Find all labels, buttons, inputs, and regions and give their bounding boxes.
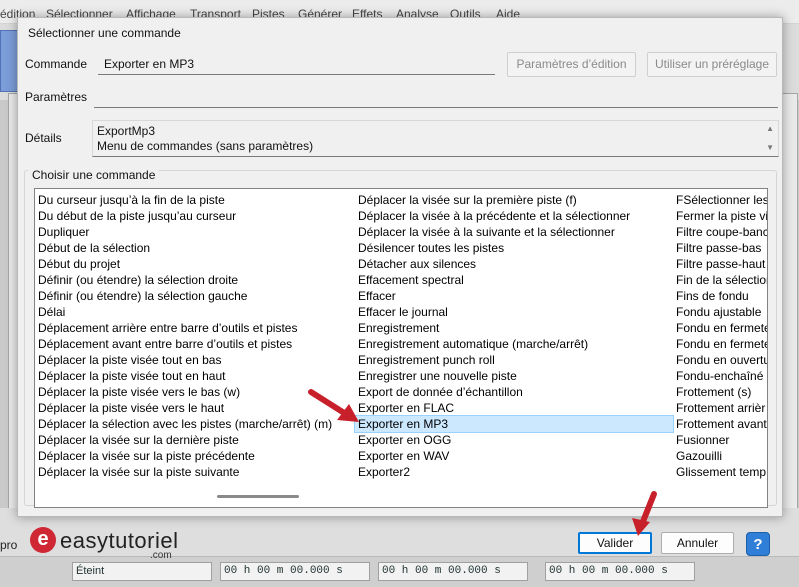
scroll-down-icon[interactable]: ▼ (766, 143, 774, 152)
command-list-item[interactable]: Gazouilli (673, 448, 767, 464)
command-value: Exporter en MP3 (104, 57, 195, 71)
command-list-item[interactable]: Fondu en fermete (673, 320, 767, 336)
command-list-item[interactable]: Filtre passe-haut (673, 256, 767, 272)
details-box[interactable]: ExportMp3 Menu de commandes (sans paramè… (92, 120, 779, 157)
command-column-2: Déplacer la visée sur la première piste … (354, 192, 674, 480)
command-list-item[interactable]: Export de donnée d’échantillon (355, 384, 673, 400)
command-list-item[interactable]: Détacher aux silences (355, 256, 673, 272)
command-list-item[interactable]: Enregistrer une nouvelle piste (355, 368, 673, 384)
command-list-item[interactable]: Filtre coupe-banc (673, 224, 767, 240)
scroll-up-icon[interactable]: ▲ (766, 124, 774, 133)
command-list-item[interactable]: Déplacer la visée sur la dernière piste (35, 432, 355, 448)
command-list-item[interactable]: Déplacer la visée sur la piste suivante (35, 464, 355, 480)
command-field[interactable]: Exporter en MP3 (98, 53, 495, 75)
command-list-item[interactable]: Fondu-enchaîné (673, 368, 767, 384)
command-list-item[interactable]: Exporter en WAV (355, 448, 673, 464)
command-list-item[interactable]: Fin de la sélection (673, 272, 767, 288)
command-column-3: FSélectionner les Fermer la piste vi Filtr… (673, 192, 767, 480)
command-list-item[interactable]: Glissement temp (673, 464, 767, 480)
easytutoriel-watermark: e easytutoriel .com (30, 527, 190, 561)
command-list-item[interactable]: Déplacer la visée sur la première piste … (355, 192, 673, 208)
command-list-item[interactable]: Définir (ou étendre) la sélection gauche (35, 288, 355, 304)
command-list-item[interactable]: Fondu en fermete (673, 336, 767, 352)
edit-parameters-button[interactable]: Paramètres d’édition (507, 52, 636, 77)
details-line-1: ExportMp3 (97, 124, 156, 138)
use-preset-button[interactable]: Utiliser un préréglage (647, 52, 777, 77)
command-list-item[interactable]: Enregistrement punch roll (355, 352, 673, 368)
command-list-item[interactable]: Enregistrement automatique (marche/arrêt… (355, 336, 673, 352)
red-arrow-icon (308, 389, 359, 422)
command-list-item[interactable]: Désilencer toutes les pistes (355, 240, 673, 256)
command-list-item[interactable]: Effacement spectral (355, 272, 673, 288)
dialog-title: Sélectionner une commande (28, 26, 181, 40)
parameters-field[interactable] (94, 86, 778, 108)
command-list-item[interactable]: Frottement avant (673, 416, 767, 432)
command-list-item[interactable]: FSélectionner les (673, 192, 767, 208)
command-column-1: Du curseur jusqu’à la fin de la piste Du … (35, 192, 355, 480)
command-list-item[interactable]: Frottement arrièr (673, 400, 767, 416)
command-list-item[interactable]: Du début de la piste jusqu’au curseur (35, 208, 355, 224)
command-list-item[interactable]: Effacer (355, 288, 673, 304)
command-list-item[interactable]: Frottement (s) (673, 384, 767, 400)
command-list-item[interactable]: Exporter en MP3 (354, 415, 674, 433)
command-list-item[interactable]: Délai (35, 304, 355, 320)
command-list-item[interactable]: Fins de fondu (673, 288, 767, 304)
time-field-1[interactable]: 00 h 00 m 00.000 s (220, 562, 370, 581)
choose-command-title: Choisir une commande (28, 168, 160, 182)
command-list-item[interactable]: Fondu ajustable (673, 304, 767, 320)
command-list-item[interactable]: Définir (ou étendre) la sélection droite (35, 272, 355, 288)
snap-dropdown[interactable]: Éteint (72, 562, 212, 581)
command-list-item[interactable]: Enregistrement (355, 320, 673, 336)
command-list-item[interactable]: Du curseur jusqu’à la fin de la piste (35, 192, 355, 208)
cancel-button[interactable]: Annuler (661, 532, 734, 554)
command-list-item[interactable]: Début du projet (35, 256, 355, 272)
command-list-item[interactable]: Déplacer la visée sur la piste précédent… (35, 448, 355, 464)
command-list-item[interactable]: Exporter en OGG (355, 432, 673, 448)
command-list-item[interactable]: Déplacer la piste visée tout en haut (35, 368, 355, 384)
command-list-item[interactable]: Déplacer la visée à la précédente et la … (355, 208, 673, 224)
command-list-item[interactable]: Filtre passe-bas (673, 240, 767, 256)
brand-logo-icon: e (30, 527, 56, 553)
background-label: pro (0, 538, 18, 552)
horizontal-scrollbar[interactable] (217, 495, 299, 498)
command-list-item[interactable]: Fusionner (673, 432, 767, 448)
command-list-item[interactable]: Déplacer la piste visée tout en bas (35, 352, 355, 368)
command-list-item[interactable]: Déplacement arrière entre barre d’outils… (35, 320, 355, 336)
details-line-2: Menu de commandes (sans paramètres) (97, 139, 314, 153)
command-label: Commande (25, 57, 88, 71)
details-label: Détails (25, 131, 62, 145)
command-list-item[interactable]: Début de la sélection (35, 240, 355, 256)
command-list-item[interactable]: Exporter en FLAC (355, 400, 673, 416)
command-list-item[interactable]: Dupliquer (35, 224, 355, 240)
parameters-label: Paramètres (25, 90, 88, 104)
command-list-item[interactable]: Exporter2 (355, 464, 673, 480)
select-command-dialog: Sélectionner une commande Commande Expor… (17, 17, 783, 517)
command-list[interactable]: Du curseur jusqu’à la fin de la piste Du … (34, 188, 768, 508)
command-list-item[interactable]: Fondu en ouvertu (673, 352, 767, 368)
brand-domain: .com (150, 550, 172, 561)
command-list-item[interactable]: Déplacement avant entre barre d’outils e… (35, 336, 355, 352)
red-arrow-icon (632, 491, 657, 536)
command-list-item[interactable]: Déplacer la visée à la suivante et la sé… (355, 224, 673, 240)
time-field-3[interactable]: 00 h 00 m 00.000 s (545, 562, 695, 581)
command-list-item[interactable]: Fermer la piste vi (673, 208, 767, 224)
time-field-2[interactable]: 00 h 00 m 00.000 s (378, 562, 528, 581)
command-list-item[interactable]: Effacer le journal (355, 304, 673, 320)
help-button[interactable]: ? (746, 532, 770, 556)
